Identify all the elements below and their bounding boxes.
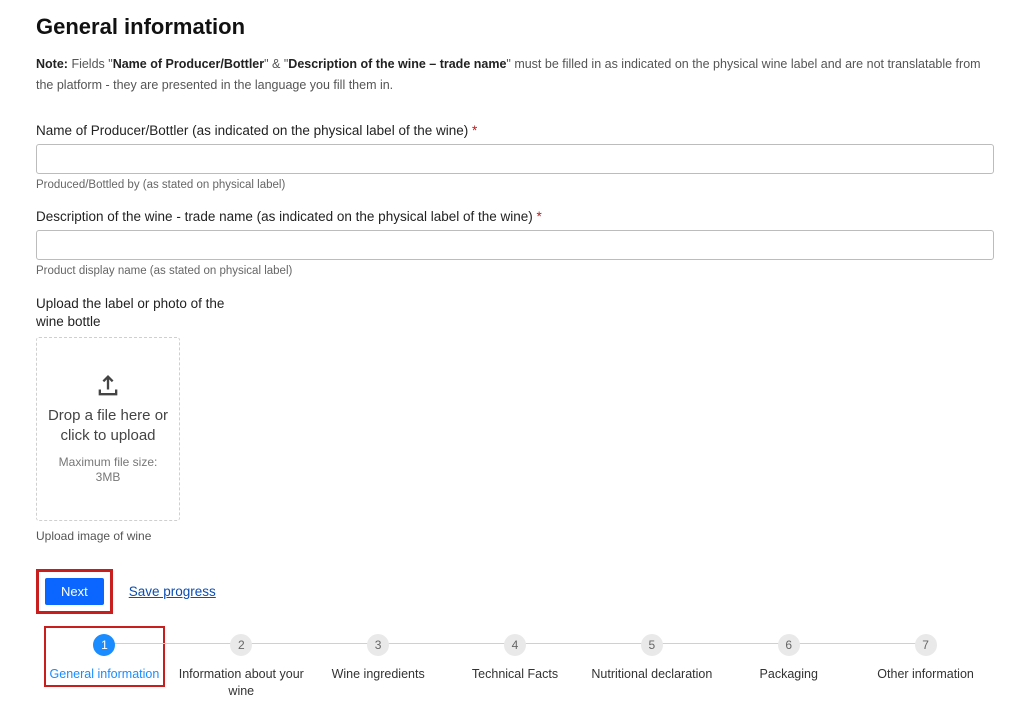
upload-label: Upload the label or photo of the wine bo… bbox=[36, 295, 236, 331]
upload-dropzone[interactable]: Drop a file here or click to upload Maxi… bbox=[36, 337, 180, 521]
step-label: Wine ingredients bbox=[310, 666, 447, 684]
step-label: Other information bbox=[857, 666, 994, 684]
save-progress-link[interactable]: Save progress bbox=[129, 584, 216, 599]
step-general-information[interactable]: 1 General information bbox=[36, 632, 173, 684]
upload-field: Upload the label or photo of the wine bo… bbox=[36, 295, 994, 543]
step-circle: 3 bbox=[367, 634, 389, 656]
note-text: Note: Fields "Name of Producer/Bottler" … bbox=[36, 54, 994, 97]
page-title: General information bbox=[36, 14, 994, 40]
upload-help: Upload image of wine bbox=[36, 529, 994, 543]
next-button[interactable]: Next bbox=[45, 578, 104, 605]
progress-stepper: 1 General information 2 Information abou… bbox=[36, 632, 994, 701]
actions-row: Next Save progress bbox=[36, 569, 994, 614]
producer-label: Name of Producer/Bottler (as indicated o… bbox=[36, 123, 994, 138]
step-information-about-your-wine[interactable]: 2 Information about your wine bbox=[173, 632, 310, 701]
step-circle: 1 bbox=[93, 634, 115, 656]
step-label: General information bbox=[36, 666, 173, 684]
producer-required: * bbox=[472, 123, 477, 138]
step-technical-facts[interactable]: 4 Technical Facts bbox=[447, 632, 584, 684]
note-b1: Name of Producer/Bottler bbox=[113, 57, 264, 71]
step-other-information[interactable]: 7 Other information bbox=[857, 632, 994, 684]
note-b2: Description of the wine – trade name bbox=[288, 57, 506, 71]
upload-sub-text: Maximum file size: 3MB bbox=[47, 455, 169, 486]
step-label: Information about your wine bbox=[173, 666, 310, 701]
step-packaging[interactable]: 6 Packaging bbox=[720, 632, 857, 684]
step-wine-ingredients[interactable]: 3 Wine ingredients bbox=[310, 632, 447, 684]
note-label: Note: bbox=[36, 57, 68, 71]
step-circle: 6 bbox=[778, 634, 800, 656]
step-circle: 7 bbox=[915, 634, 937, 656]
next-highlight: Next bbox=[36, 569, 113, 614]
description-label-text: Description of the wine - trade name (as… bbox=[36, 209, 533, 224]
step-circle: 4 bbox=[504, 634, 526, 656]
description-required: * bbox=[537, 209, 542, 224]
step-circle: 2 bbox=[230, 634, 252, 656]
producer-input[interactable] bbox=[36, 144, 994, 174]
producer-field: Name of Producer/Bottler (as indicated o… bbox=[36, 123, 994, 191]
description-label: Description of the wine - trade name (as… bbox=[36, 209, 994, 224]
step-label: Packaging bbox=[720, 666, 857, 684]
producer-help: Produced/Bottled by (as stated on physic… bbox=[36, 179, 994, 191]
description-help: Product display name (as stated on physi… bbox=[36, 265, 994, 277]
description-field: Description of the wine - trade name (as… bbox=[36, 209, 994, 277]
upload-main-text: Drop a file here or click to upload bbox=[47, 406, 169, 447]
note-t1: Fields " bbox=[71, 57, 112, 71]
step-nutritional-declaration[interactable]: 5 Nutritional declaration bbox=[583, 632, 720, 684]
note-t2: " & " bbox=[264, 57, 288, 71]
step-circle: 5 bbox=[641, 634, 663, 656]
step-label: Nutritional declaration bbox=[583, 666, 720, 684]
description-input[interactable] bbox=[36, 230, 994, 260]
upload-icon bbox=[94, 372, 122, 400]
step-label: Technical Facts bbox=[447, 666, 584, 684]
producer-label-text: Name of Producer/Bottler (as indicated o… bbox=[36, 123, 468, 138]
